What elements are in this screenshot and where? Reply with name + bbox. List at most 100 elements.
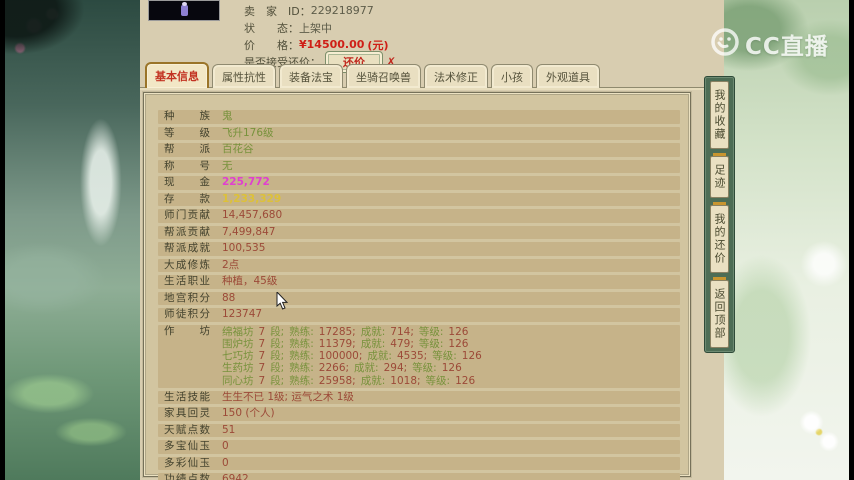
info-row-label: 帮派 [164, 143, 210, 155]
workshop-grade: 7 [258, 362, 266, 375]
floating-sidebar: 我的收藏足迹我的还价返回顶部 [704, 76, 735, 353]
price-label: 价 格： [244, 38, 299, 52]
info-row: 师门贡献 14,457,680 [158, 209, 680, 223]
workshop-stat-value: 25958; [318, 374, 356, 387]
workshop-name: 围炉坊 [222, 337, 254, 350]
workshop-grade: 7 [258, 374, 266, 387]
info-row-value: 1,233,329 [222, 192, 282, 205]
info-row-label: 多宝仙玉 [164, 440, 210, 453]
info-row: 称号无 [158, 159, 680, 173]
workshop-stat-label: 成就: [360, 325, 386, 338]
workshop-line: 围炉坊 7 段; 熟练: 11379; 成就: 479; 等级: 126 [222, 338, 482, 350]
info-row-value: 2点 [222, 258, 240, 271]
info-row: 作坊 绵福坊 7 段; 熟练: 17285; 成就: 714; 等级: 126 围炉坊 7 段; 熟练: 1… [158, 324, 680, 388]
workshop-stat-label: 等级: [418, 337, 444, 350]
workshop-grade-suffix: 段; [270, 337, 285, 350]
info-row-value: 种植，45级 [222, 275, 278, 287]
right-letterbox-bar [849, 0, 854, 480]
workshop-grade: 7 [258, 337, 266, 350]
seller-id-value: 229218977 [310, 4, 374, 17]
info-row: 帮派成就 100,535 [158, 242, 680, 256]
workshop-stat-label: 等级: [412, 362, 437, 375]
workshop-stat-value: 100000; [318, 350, 363, 363]
info-row-value: 无 [222, 159, 233, 172]
info-row: 多彩仙玉 0 [158, 456, 680, 471]
info-row-value: 鬼 [222, 110, 233, 122]
info-row-value: 生生不已 1级; 运气之术 1级 [222, 390, 354, 403]
info-row-value: 6942 [222, 473, 249, 480]
tab-basic-info[interactable]: 基本信息 [145, 62, 209, 88]
screenshot-stage: 卖 家 ID： 229218977 状 态： 上架中 价 格： ¥14500.0… [0, 0, 854, 480]
workshop-name: 七巧坊 [222, 350, 254, 363]
sidebar-button-my-collection[interactable]: 我的收藏 [710, 81, 729, 149]
info-row: 现金 225,772 [158, 176, 680, 190]
info-row-label: 作坊 [164, 324, 210, 337]
workshop-stat-label: 熟练: [289, 337, 314, 350]
tab-skill-correction[interactable]: 法术修正 [424, 64, 488, 88]
seller-info: 卖 家 ID： 229218977 状 态： 上架中 价 格： ¥14500.0… [244, 2, 396, 73]
info-row: 家具回灵 150 (个人) [158, 407, 680, 421]
info-row-label: 多彩仙玉 [164, 456, 210, 469]
tab-divider-highlight [140, 88, 724, 90]
info-row-label: 存款 [164, 192, 210, 205]
workshop-grade-suffix: 段; [270, 362, 285, 375]
sidebar-button-my-counteroffer[interactable]: 我的还价 [710, 205, 729, 273]
workshop-stat-label: 成就: [354, 362, 379, 375]
info-row-value: 14,457,680 [222, 209, 283, 221]
info-row-label: 天赋点数 [164, 423, 210, 436]
status-label: 状 态： [244, 21, 299, 35]
info-row: 存款 1,233,329 [158, 192, 680, 206]
workshop-stat-label: 熟练: [289, 362, 314, 375]
workshop-stat-value: 126 [441, 362, 462, 375]
character-sprite [180, 2, 188, 16]
info-row: 生活技能 生生不已 1级; 运气之术 1级 [158, 390, 680, 405]
workshop-grade-suffix: 段; [270, 325, 285, 338]
tab-appearance-items[interactable]: 外观道具 [536, 64, 600, 88]
workshop-stat-value: 714; [390, 325, 414, 338]
workshop-stat-label: 等级: [425, 374, 451, 387]
workshop-stat-label: 熟练: [289, 350, 314, 363]
info-row: 地宫积分 88 [158, 291, 680, 305]
workshop-stat-label: 熟练: [289, 325, 314, 338]
character-preview-image[interactable] [148, 0, 220, 21]
tab-attributes[interactable]: 属性抗性 [212, 64, 276, 88]
info-row-label: 帮派贡献 [164, 225, 210, 238]
workshop-stat-value: 126 [448, 337, 469, 350]
workshop-line: 生药坊 7 段; 熟练: 2266; 成就: 294; 等级: 126 [222, 362, 482, 374]
info-row-label: 生活职业 [164, 275, 210, 287]
tab-child[interactable]: 小孩 [491, 64, 533, 88]
workshop-stat-value: 126 [448, 325, 469, 338]
workshop-grade: 7 [258, 350, 266, 363]
workshop-stat-label: 成就: [360, 337, 386, 350]
tab-bar: 基本信息 属性抗性 装备法宝 坐骑召唤兽 法术修正 小孩 外观道具 [145, 62, 600, 88]
background-scenery-left [0, 0, 140, 480]
workshop-stat-value: 11379; [318, 337, 356, 350]
workshop-line: 绵福坊 7 段; 熟练: 17285; 成就: 714; 等级: 126 [222, 326, 482, 338]
seller-id-label: 卖 家 ID： [244, 4, 311, 18]
info-row-label: 等级 [164, 126, 210, 139]
sidebar-button-back-to-top[interactable]: 返回顶部 [710, 280, 729, 348]
sidebar-button-footprints[interactable]: 足迹 [710, 156, 729, 198]
info-row: 帮派贡献 7,499,847 [158, 225, 680, 239]
status-row: 状 态： 上架中 [244, 19, 396, 36]
tab-equipment[interactable]: 装备法宝 [279, 64, 343, 88]
main-content-column: 卖 家 ID： 229218977 状 态： 上架中 价 格： ¥14500.0… [140, 0, 724, 480]
info-row-label: 大成修炼 [164, 258, 210, 271]
workshop-grade-suffix: 段; [270, 350, 285, 363]
tab-mount-pet[interactable]: 坐骑召唤兽 [346, 64, 421, 88]
info-row-value: 225,772 [222, 176, 270, 188]
info-row: 等级 飞升176级 [158, 126, 680, 140]
workshop-stat-value: 126 [455, 374, 476, 387]
workshop-name: 同心坊 [222, 374, 254, 387]
workshop-stat-value: 126 [461, 350, 482, 363]
info-row: 帮派 百花谷 [158, 143, 680, 157]
info-row-value: 100,535 [222, 242, 266, 254]
info-row-value: 7,499,847 [222, 225, 276, 238]
info-rows: 种族鬼等级 飞升176级 帮派 百花谷 称号无现金 225,772 存款 1,233,329 师… [144, 93, 690, 480]
workshop-line: 同心坊 7 段; 熟练: 25958; 成就: 1018; 等级: 126 [222, 375, 482, 387]
workshop-line: 七巧坊 7 段; 熟练: 100000; 成就: 4535; 等级: 126 [222, 350, 482, 362]
workshop-stat-label: 成就: [360, 374, 386, 387]
info-row-value: 0 [222, 440, 229, 453]
info-row-value: 150 (个人) [222, 407, 275, 420]
price-value: ¥14500.00 [299, 38, 365, 51]
